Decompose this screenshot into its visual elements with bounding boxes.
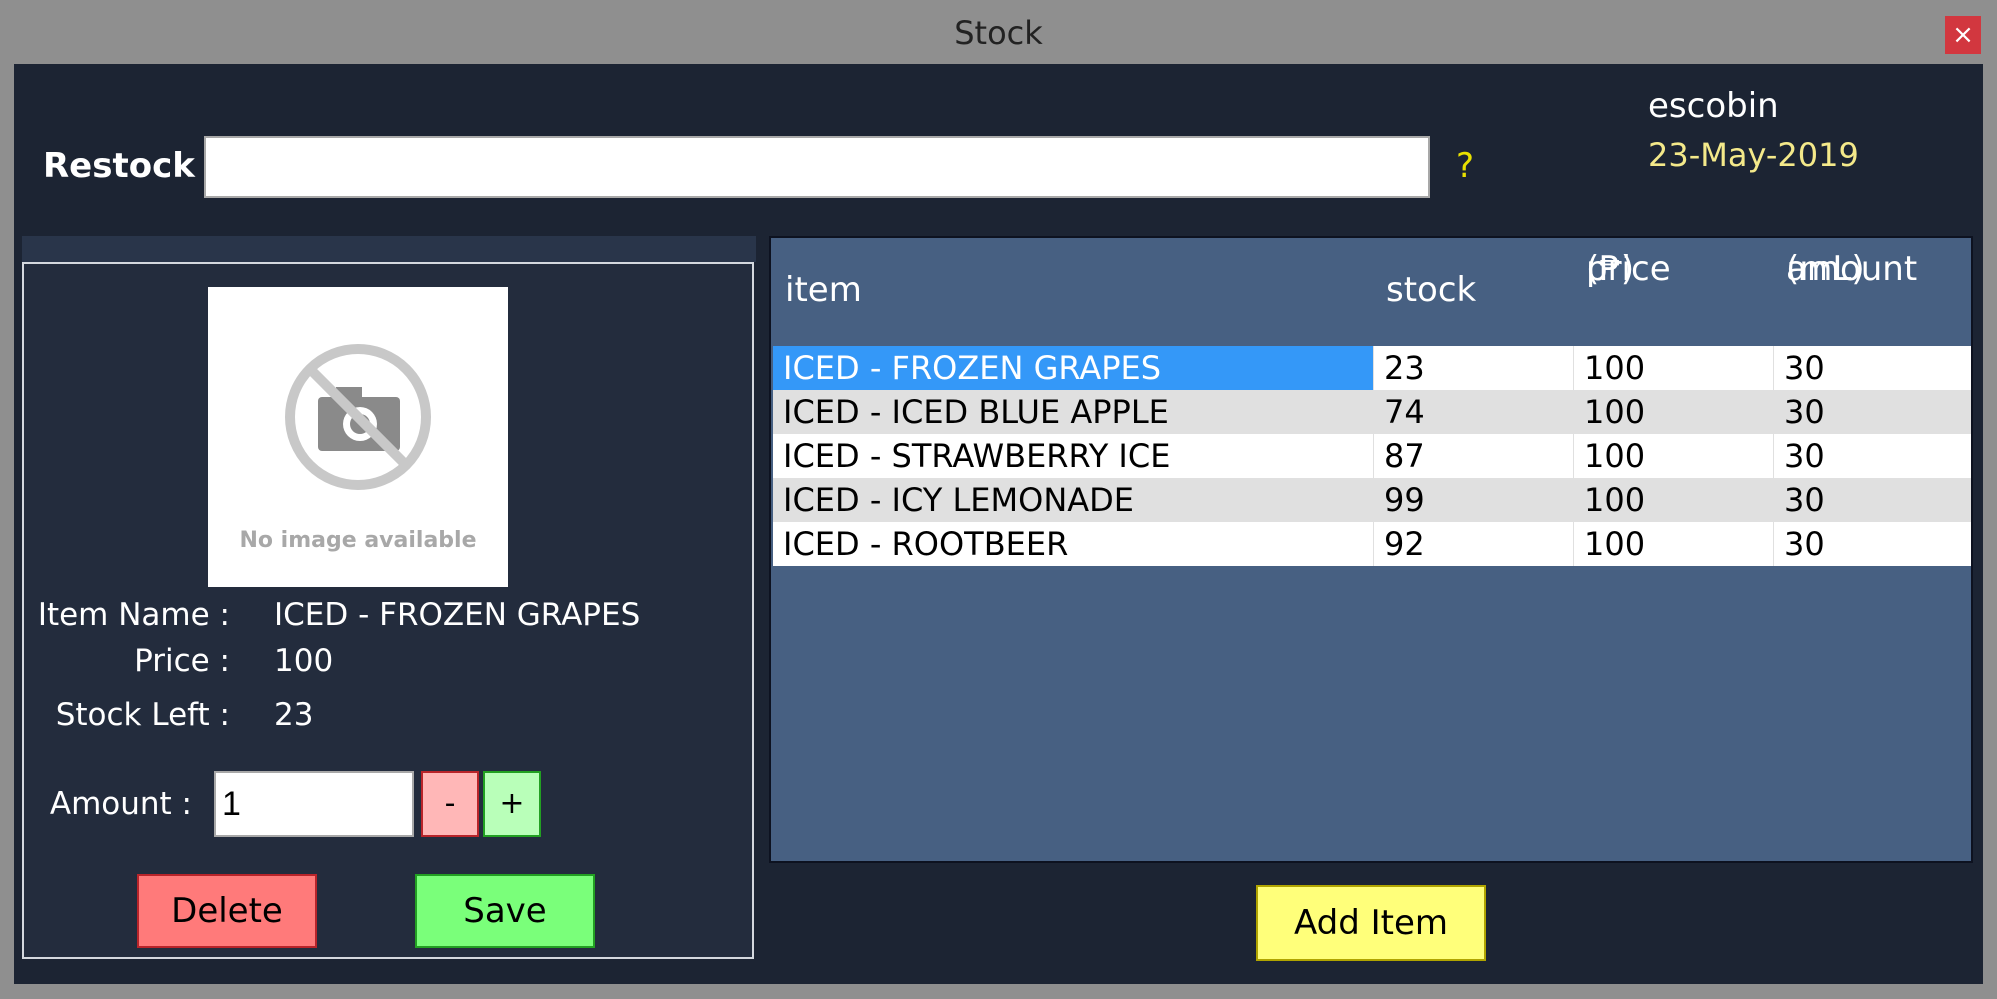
header-amount-unit: (mL): [1786, 249, 1865, 289]
item-image: No image available: [208, 287, 508, 587]
cell-price: 100: [1573, 478, 1773, 522]
help-icon[interactable]: ?: [1456, 146, 1474, 186]
cell-item: ICED - ICED BLUE APPLE: [783, 393, 1169, 431]
cell-stock: 92: [1373, 522, 1573, 566]
header-stock-label: stock: [1386, 270, 1477, 310]
amount-label: Amount :: [49, 786, 192, 822]
table-row[interactable]: ICED - ICY LEMONADE 99 100 30: [773, 478, 1971, 522]
cell-stock: 23: [1373, 346, 1573, 390]
cell-price: 100: [1573, 346, 1773, 390]
add-item-button[interactable]: Add Item: [1256, 885, 1486, 961]
cell-stock: 74: [1373, 390, 1573, 434]
price-value: 100: [274, 643, 334, 679]
date: 23-May-2019: [1648, 136, 1859, 174]
stock-left-label: Stock Left :: [55, 697, 230, 733]
cell-item: ICED - STRAWBERRY ICE: [783, 437, 1171, 475]
cell-amount: 30: [1773, 478, 1971, 522]
header-price-unit: (₱): [1586, 249, 1635, 289]
header-item[interactable]: item: [785, 270, 862, 310]
restock-input[interactable]: [204, 136, 1430, 198]
cell-stock: 87: [1373, 434, 1573, 478]
amount-input[interactable]: [214, 771, 414, 837]
table-row[interactable]: ICED - ROOTBEER 92 100 30: [773, 522, 1971, 566]
left-panel-band: [22, 236, 756, 262]
no-image-text: No image available: [239, 528, 477, 553]
cell-price: 100: [1573, 522, 1773, 566]
item-name-label: Item Name :: [37, 597, 230, 633]
table-header: item stock price (₱) amount (mL): [771, 238, 1971, 346]
cell-amount: 30: [1773, 434, 1971, 478]
cell-price: 100: [1573, 390, 1773, 434]
restock-label: Restock: [43, 146, 195, 186]
table-row[interactable]: ICED - STRAWBERRY ICE 87 100 30: [773, 434, 1971, 478]
window-title: Stock: [954, 14, 1043, 52]
cell-item: ICED - ICY LEMONADE: [783, 481, 1134, 519]
item-name-value: ICED - FROZEN GRAPES: [274, 597, 641, 633]
header-stock[interactable]: stock: [1386, 270, 1476, 310]
cell-stock: 99: [1373, 478, 1573, 522]
increment-button[interactable]: +: [483, 771, 541, 837]
cell-amount: 30: [1773, 346, 1971, 390]
cell-amount: 30: [1773, 522, 1971, 566]
cell-item: ICED - ROOTBEER: [783, 525, 1069, 563]
table-row[interactable]: ICED - FROZEN GRAPES 23 100 30: [773, 346, 1971, 390]
cell-amount: 30: [1773, 390, 1971, 434]
close-button[interactable]: ×: [1945, 16, 1981, 54]
header-item-label: item: [785, 270, 862, 310]
price-label: Price :: [134, 643, 230, 679]
username: escobin: [1648, 86, 1779, 126]
table-row[interactable]: ICED - ICED BLUE APPLE 74 100 30: [773, 390, 1971, 434]
save-button[interactable]: Save: [415, 874, 595, 948]
cell-price: 100: [1573, 434, 1773, 478]
title-bar: Stock: [0, 0, 1997, 64]
delete-button[interactable]: Delete: [137, 874, 317, 948]
cell-item: ICED - FROZEN GRAPES: [773, 346, 1373, 390]
stock-table[interactable]: item stock price (₱) amount (mL) ICED - …: [769, 236, 1973, 863]
stock-left-value: 23: [274, 697, 314, 733]
decrement-button[interactable]: -: [421, 771, 479, 837]
